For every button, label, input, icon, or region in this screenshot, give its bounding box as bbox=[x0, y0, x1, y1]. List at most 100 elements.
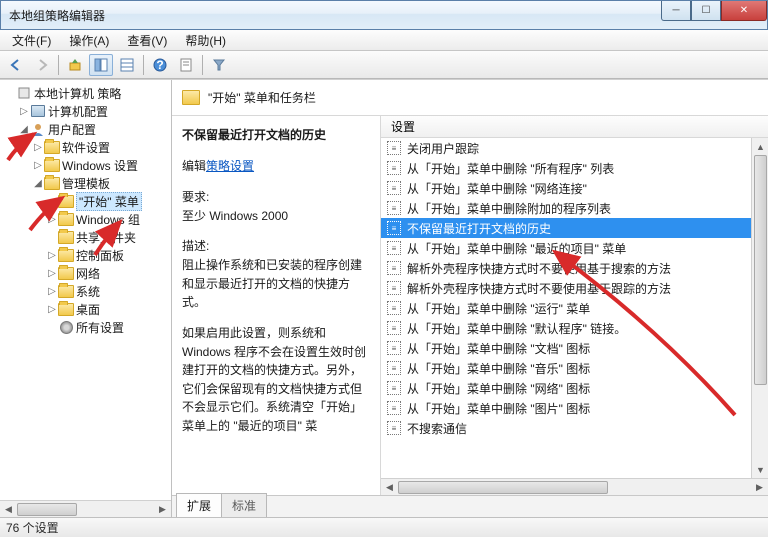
close-button[interactable]: ✕ bbox=[721, 1, 767, 21]
tab-extended[interactable]: 扩展 bbox=[176, 493, 222, 517]
list-item[interactable]: ≡不搜索通信 bbox=[381, 418, 768, 438]
tree[interactable]: 本地计算机 策略 ▷计算机配置 ◢用户配置 ▷软件设置 ▷Windows 设置 … bbox=[0, 80, 171, 336]
description-text-2: 如果启用此设置，则系统和 Windows 程序不会在设置生效时创建打开的文档的快… bbox=[182, 324, 372, 436]
tree-user-config[interactable]: ◢用户配置 bbox=[4, 120, 171, 138]
tree-start-menu[interactable]: "开始" 菜单 bbox=[4, 192, 171, 210]
list-item-label: 从「开始」菜单中删除 "网络" 图标 bbox=[407, 380, 590, 397]
collapse-icon[interactable]: ▷ bbox=[32, 142, 44, 153]
policy-item-icon: ≡ bbox=[387, 221, 401, 235]
scroll-left-icon[interactable]: ◀ bbox=[0, 501, 17, 517]
list-item[interactable]: ≡ 从「开始」菜单中删除 "音乐" 图标 bbox=[381, 358, 768, 378]
window-title: 本地组策略编辑器 bbox=[9, 7, 105, 24]
scroll-up-icon[interactable]: ▲ bbox=[752, 138, 768, 155]
list-item[interactable]: ≡解析外壳程序快捷方式时不要使用基于搜索的方法 bbox=[381, 258, 768, 278]
collapse-icon[interactable]: ▷ bbox=[46, 214, 58, 225]
list-item[interactable]: ≡解析外壳程序快捷方式时不要使用基于跟踪的方法 bbox=[381, 278, 768, 298]
minimize-button[interactable]: ─ bbox=[661, 1, 691, 21]
list-item-label: 从「开始」菜单中删除 "运行" 菜单 bbox=[407, 300, 590, 317]
folder-icon bbox=[58, 211, 74, 227]
panel-header: "开始" 菜单和任务栏 bbox=[172, 80, 768, 116]
tree-computer-config[interactable]: ▷计算机配置 bbox=[4, 102, 171, 120]
collapse-icon[interactable]: ▷ bbox=[46, 268, 58, 279]
folder-icon bbox=[58, 193, 74, 209]
tree-root[interactable]: 本地计算机 策略 bbox=[4, 84, 171, 102]
collapse-icon[interactable]: ▷ bbox=[46, 286, 58, 297]
list-item-label: 不保留最近打开文档的历史 bbox=[407, 220, 551, 237]
settings-list[interactable]: ≡关闭用户跟踪≡从「开始」菜单中删除 "所有程序" 列表≡从「开始」菜单中删除 … bbox=[381, 138, 768, 478]
show-tree-button[interactable] bbox=[89, 54, 113, 76]
tree-panel: 本地计算机 策略 ▷计算机配置 ◢用户配置 ▷软件设置 ▷Windows 设置 … bbox=[0, 80, 172, 517]
tree-all-settings[interactable]: 所有设置 bbox=[4, 318, 171, 336]
list-item-label: 解析外壳程序快捷方式时不要使用基于搜索的方法 bbox=[407, 260, 671, 277]
list-item[interactable]: ≡从「开始」菜单中删除 "所有程序" 列表 bbox=[381, 158, 768, 178]
scrollbar-thumb[interactable] bbox=[17, 503, 77, 516]
list-item[interactable]: ≡从「开始」菜单中删除附加的程序列表 bbox=[381, 198, 768, 218]
list-item-label: 从「开始」菜单中删除 "文档" 图标 bbox=[407, 340, 590, 357]
up-button[interactable] bbox=[63, 54, 87, 76]
collapse-icon[interactable]: ▷ bbox=[18, 106, 30, 117]
nav-back-button[interactable] bbox=[4, 54, 28, 76]
tree-shared-folders[interactable]: 共享文件夹 bbox=[4, 228, 171, 246]
scroll-down-icon[interactable]: ▼ bbox=[752, 461, 768, 478]
scrollbar-thumb[interactable] bbox=[398, 481, 608, 494]
policy-item-icon: ≡ bbox=[387, 361, 401, 375]
list-item[interactable]: ≡从「开始」菜单中删除 "运行" 菜单 bbox=[381, 298, 768, 318]
menu-view[interactable]: 查看(V) bbox=[119, 30, 175, 51]
list-item[interactable]: ≡从「开始」菜单中删除 "网络" 图标 bbox=[381, 378, 768, 398]
policy-item-icon: ≡ bbox=[387, 201, 401, 215]
policy-item-icon: ≡ bbox=[387, 321, 401, 335]
menu-help[interactable]: 帮助(H) bbox=[177, 30, 234, 51]
list-item[interactable]: ≡从「开始」菜单中删除 "最近的项目" 菜单 bbox=[381, 238, 768, 258]
window-titlebar[interactable]: 本地组策略编辑器 ─ ☐ ✕ bbox=[0, 0, 768, 30]
tree-h-scrollbar[interactable]: ◀ ▶ bbox=[0, 500, 171, 517]
expand-icon[interactable]: ◢ bbox=[32, 178, 44, 189]
collapse-icon[interactable]: ▷ bbox=[46, 304, 58, 315]
requirement-label: 要求: bbox=[182, 188, 372, 205]
list-v-scrollbar[interactable]: ▲ ▼ bbox=[751, 138, 768, 478]
list-item[interactable]: ≡从「开始」菜单中删除 "图片" 图标 bbox=[381, 398, 768, 418]
list-h-scrollbar[interactable]: ◀ ▶ bbox=[381, 478, 768, 495]
list-item-label: 从「开始」菜单中删除 "网络连接" bbox=[407, 180, 587, 197]
collapse-icon[interactable]: ▷ bbox=[46, 250, 58, 261]
list-item[interactable]: ≡ 不保留最近打开文档的历史 bbox=[381, 218, 768, 238]
folder-icon bbox=[44, 175, 60, 191]
tree-control-panel[interactable]: ▷控制面板 bbox=[4, 246, 171, 264]
status-text: 76 个设置 bbox=[6, 519, 59, 536]
scroll-right-icon[interactable]: ▶ bbox=[751, 479, 768, 495]
list-item[interactable]: ≡从「开始」菜单中删除 "默认程序" 链接。 bbox=[381, 318, 768, 338]
list-item-label: 关闭用户跟踪 bbox=[407, 140, 479, 157]
list-item-label: 从「开始」菜单中删除 "音乐" 图标 bbox=[407, 360, 590, 377]
help-button[interactable]: ? bbox=[148, 54, 172, 76]
tree-desktop[interactable]: ▷桌面 bbox=[4, 300, 171, 318]
list-header[interactable]: 设置 bbox=[381, 116, 768, 138]
tab-standard[interactable]: 标准 bbox=[221, 493, 267, 517]
right-panel: "开始" 菜单和任务栏 不保留最近打开文档的历史 编辑策略设置 要求: 至少 W… bbox=[172, 80, 768, 517]
properties-button[interactable] bbox=[174, 54, 198, 76]
tree-software-settings[interactable]: ▷软件设置 bbox=[4, 138, 171, 156]
scroll-right-icon[interactable]: ▶ bbox=[154, 501, 171, 517]
description-panel: 不保留最近打开文档的历史 编辑策略设置 要求: 至少 Windows 2000 … bbox=[172, 116, 381, 495]
maximize-button[interactable]: ☐ bbox=[691, 1, 721, 21]
folder-icon bbox=[58, 229, 74, 245]
tree-network[interactable]: ▷网络 bbox=[4, 264, 171, 282]
tree-windows-components[interactable]: ▷Windows 组 bbox=[4, 210, 171, 228]
expand-icon[interactable]: ◢ bbox=[18, 124, 30, 135]
list-item[interactable]: ≡从「开始」菜单中删除 "网络连接" bbox=[381, 178, 768, 198]
tree-admin-templates[interactable]: ◢管理模板 bbox=[4, 174, 171, 192]
user-icon bbox=[30, 121, 46, 137]
menu-file[interactable]: 文件(F) bbox=[4, 30, 59, 51]
tree-windows-settings[interactable]: ▷Windows 设置 bbox=[4, 156, 171, 174]
scrollbar-thumb[interactable] bbox=[754, 155, 767, 385]
list-item[interactable]: ≡关闭用户跟踪 bbox=[381, 138, 768, 158]
scroll-left-icon[interactable]: ◀ bbox=[381, 479, 398, 495]
details-button[interactable] bbox=[115, 54, 139, 76]
nav-forward-button[interactable] bbox=[30, 54, 54, 76]
menu-action[interactable]: 操作(A) bbox=[61, 30, 117, 51]
folder-icon bbox=[58, 301, 74, 317]
list-item[interactable]: ≡从「开始」菜单中删除 "文档" 图标 bbox=[381, 338, 768, 358]
requirement-text: 至少 Windows 2000 bbox=[182, 207, 372, 226]
edit-policy-link[interactable]: 策略设置 bbox=[206, 159, 254, 173]
filter-button[interactable] bbox=[207, 54, 231, 76]
collapse-icon[interactable]: ▷ bbox=[32, 160, 44, 171]
tree-system[interactable]: ▷系统 bbox=[4, 282, 171, 300]
